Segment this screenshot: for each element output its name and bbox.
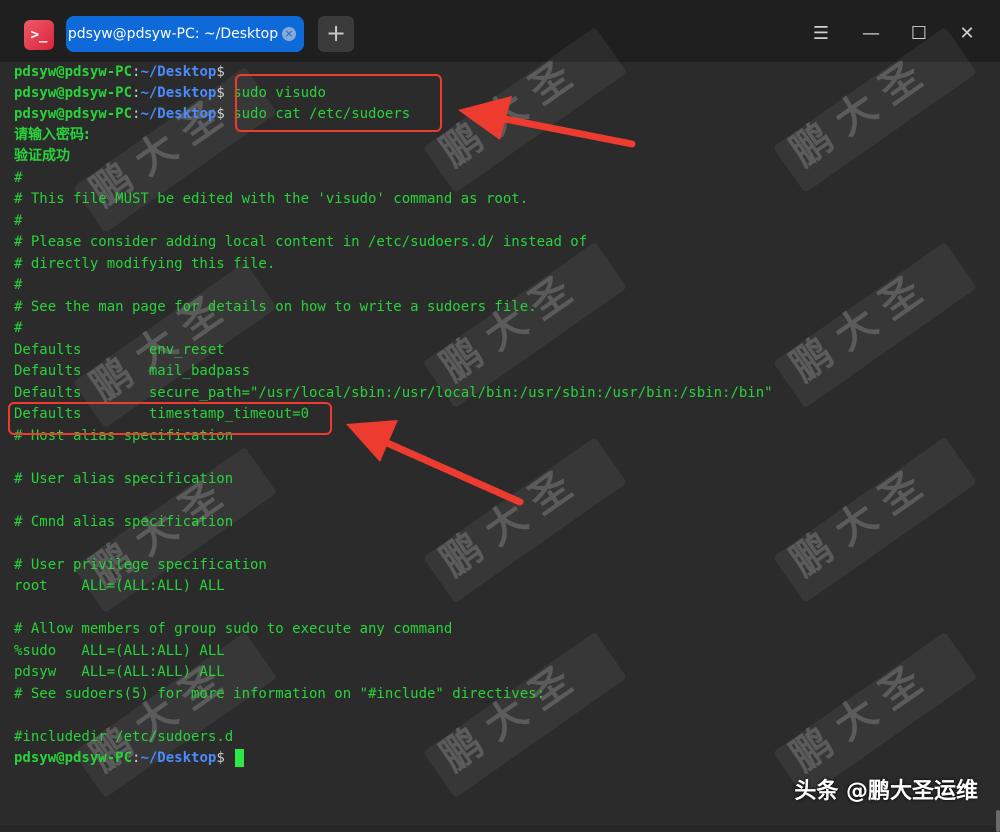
tab-close-icon[interactable]: × [282, 27, 296, 41]
terminal-app-icon: >_ [24, 20, 54, 50]
terminal-window: >_ pdsyw@pdsyw-PC: ~/Desktop × + ☰ — ☐ ✕… [0, 0, 1000, 832]
output-line: # [14, 213, 23, 229]
output-line: # See sudoers(5) for more information on… [14, 686, 546, 702]
watermark: 鹏 大 圣 [432, 658, 580, 781]
output-line: root ALL=(ALL:ALL) ALL [14, 578, 225, 594]
scrollbar[interactable] [996, 810, 1000, 832]
watermark: 鹏 大 圣 [432, 53, 580, 176]
output-line: %sudo ALL=(ALL:ALL) ALL [14, 643, 225, 659]
watermark: 鹏 大 圣 [782, 268, 930, 391]
output-line: pdsyw ALL=(ALL:ALL) ALL [14, 664, 225, 680]
text-cursor [235, 749, 245, 767]
highlight-box-timeout [8, 402, 332, 435]
brand-watermark: 头条 @鹏大圣运维 [794, 779, 978, 804]
watermark: 鹏 大 圣 [782, 658, 930, 781]
output-line: 验证成功 [14, 148, 70, 164]
highlight-box-commands [235, 74, 442, 132]
output-line: # User privilege specification [14, 557, 267, 573]
watermark: 鹏 大 圣 [432, 268, 580, 391]
output-line: # [14, 277, 23, 293]
menu-icon[interactable]: ☰ [806, 20, 836, 48]
output-line: # [14, 320, 23, 336]
title-bar: >_ pdsyw@pdsyw-PC: ~/Desktop × + ☰ — ☐ ✕ [0, 0, 1000, 62]
tab-terminal[interactable]: pdsyw@pdsyw-PC: ~/Desktop × [66, 16, 304, 52]
new-tab-button[interactable]: + [318, 16, 354, 52]
maximize-icon[interactable]: ☐ [904, 20, 934, 48]
close-icon[interactable]: ✕ [952, 20, 982, 48]
watermark: 鹏 大 圣 [782, 463, 930, 586]
output-line: # Cmnd alias specification [14, 514, 234, 530]
output-line: Defaults mail_badpass [14, 363, 251, 379]
output-line: # This file MUST be edited with the 'vis… [14, 191, 529, 207]
prompt-line: pdsyw@pdsyw-PC:~/Desktop$ [14, 64, 225, 80]
minimize-icon[interactable]: — [856, 20, 886, 48]
watermark: 鹏 大 圣 [432, 463, 580, 586]
output-line: Defaults secure_path="/usr/local/sbin:/u… [14, 385, 773, 401]
output-line: # See the man page for details on how to… [14, 299, 537, 315]
output-line: #includedir /etc/sudoers.d [14, 729, 234, 745]
output-line: # [14, 170, 23, 186]
watermark: 鹏 大 圣 [782, 53, 930, 176]
output-line: Defaults env_reset [14, 342, 225, 358]
output-line: # Allow members of group sudo to execute… [14, 621, 453, 637]
terminal-output[interactable]: 鹏 大 圣 鹏 大 圣 鹏 大 圣 鹏 大 圣 鹏 大 圣 鹏 大 圣 鹏 大 … [0, 26, 1000, 832]
output-line: # User alias specification [14, 471, 234, 487]
output-line: # Please consider adding local content i… [14, 234, 588, 250]
tab-title: pdsyw@pdsyw-PC: ~/Desktop [67, 26, 279, 42]
output-line: 请输入密码: [14, 127, 90, 143]
output-line: # directly modifying this file. [14, 256, 276, 272]
prompt-line[interactable]: pdsyw@pdsyw-PC:~/Desktop$ [14, 748, 245, 769]
